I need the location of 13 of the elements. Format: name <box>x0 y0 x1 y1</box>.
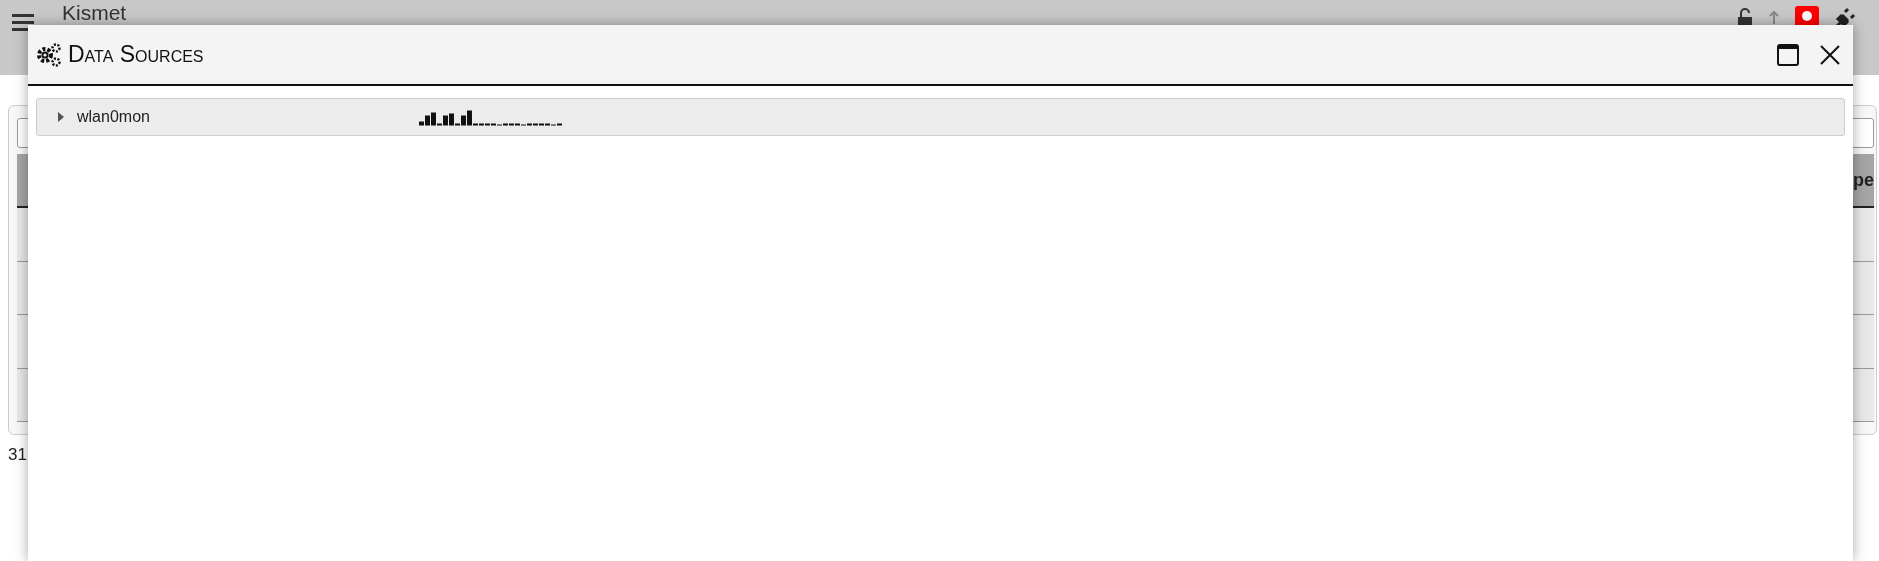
lock-icon[interactable] <box>1737 7 1753 28</box>
status-text: 31 <box>8 444 28 465</box>
maximize-button[interactable] <box>1777 43 1799 66</box>
menu-icon[interactable] <box>12 13 34 32</box>
column-header[interactable]: pe <box>1853 169 1874 191</box>
dialog-title: Data Sources <box>68 41 205 68</box>
upload-icon[interactable] <box>1767 9 1781 26</box>
source-row[interactable]: wlan0mon <box>36 98 1845 136</box>
app-title: Kismet <box>62 2 127 24</box>
close-button[interactable] <box>1819 43 1841 66</box>
source-name: wlan0mon <box>77 108 151 126</box>
expand-arrow-icon[interactable] <box>57 112 65 122</box>
gears-icon <box>36 42 62 67</box>
